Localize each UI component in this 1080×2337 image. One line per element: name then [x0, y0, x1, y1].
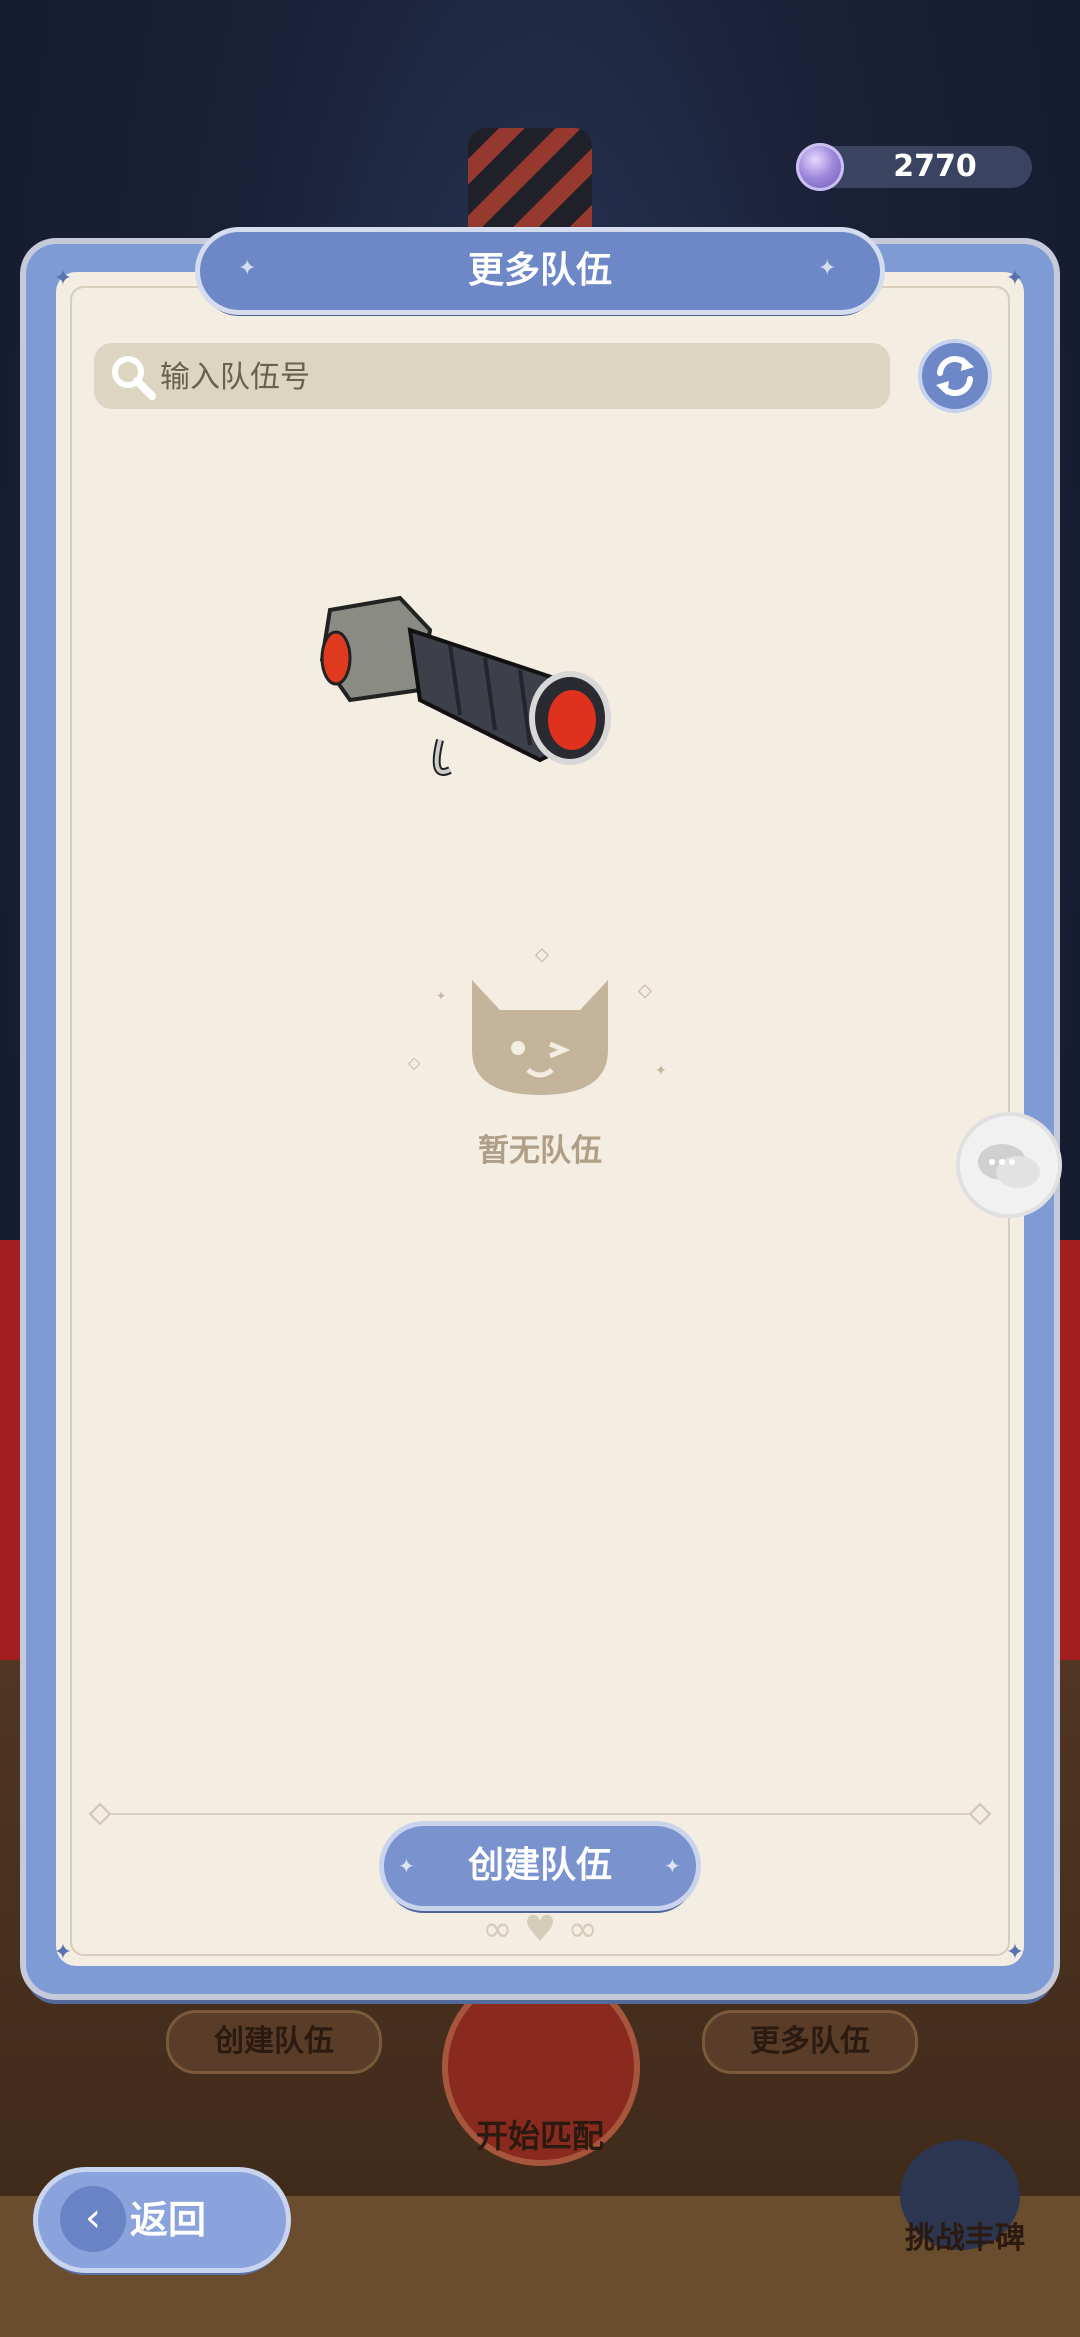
gem-icon: [796, 143, 844, 191]
background-more-teams-button: 更多队伍: [702, 2010, 918, 2074]
empty-cat-icon: ◇ ◇ ◇ ✦ ✦: [408, 944, 667, 1095]
corner-star-icon: ✦: [1005, 266, 1025, 291]
panel-frame: [70, 286, 1010, 1956]
corner-star-icon: ✦: [53, 266, 73, 291]
svg-text:✦: ✦: [436, 989, 446, 1003]
corner-star-icon: ✦: [53, 1940, 73, 1965]
panel-title: 更多队伍: [467, 250, 612, 291]
back-arrow-icon: ‹: [60, 2186, 126, 2252]
background-challenge-trophy-label: 挑战丰碑: [905, 2221, 1025, 2256]
panel-emblem-icon: ∞ ♥ ∞: [482, 1909, 598, 1950]
team-number-input[interactable]: [158, 343, 882, 411]
search-icon: [112, 356, 156, 400]
refresh-button[interactable]: [922, 343, 988, 409]
corner-star-icon: ✦: [1005, 1940, 1025, 1965]
svg-text:✦: ✦: [655, 1063, 667, 1079]
svg-text:◇: ◇: [535, 944, 549, 965]
svg-text:◇: ◇: [408, 1053, 421, 1072]
empty-state-text: 暂无队伍: [478, 1133, 602, 1169]
currency-value: 2770: [893, 149, 977, 184]
svg-text:◇: ◇: [638, 980, 652, 1001]
divider: [108, 1813, 972, 1815]
background-start-match-label: 开始匹配: [475, 2117, 604, 2155]
cannon-item: [319, 595, 611, 776]
create-team-label: 创建队伍: [467, 1845, 612, 1886]
background-create-team-button: 创建队伍: [166, 2010, 382, 2074]
chat-button[interactable]: [960, 1116, 1058, 1214]
back-label: 返回: [130, 2198, 207, 2242]
chat-icon: [978, 1144, 1040, 1188]
refresh-icon: [936, 356, 974, 396]
